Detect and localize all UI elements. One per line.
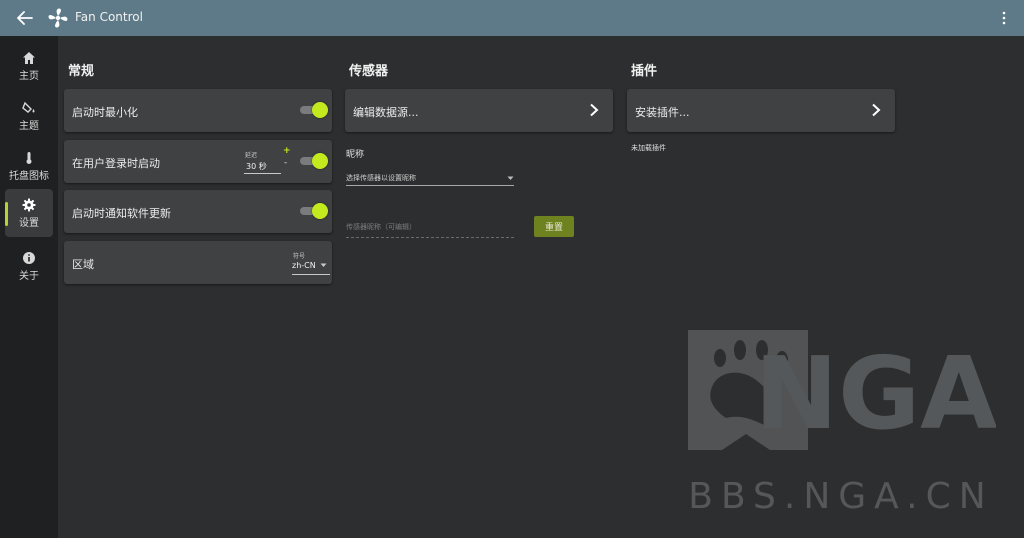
nickname-label: 昵称 <box>346 150 365 160</box>
chevron-down-icon <box>320 263 327 267</box>
install-plugin-label: 安装插件... <box>635 106 690 119</box>
symbol-label: 符号 <box>293 253 306 260</box>
title-bar: Fan Control <box>0 0 1024 36</box>
thermometer-icon <box>26 151 32 164</box>
chevron-down-icon <box>507 176 514 180</box>
sidebar-item-about[interactable]: 关于 <box>5 242 53 290</box>
sidebar-item-label: 主页 <box>19 70 39 82</box>
home-icon <box>23 51 35 64</box>
sidebar-item-label: 托盘图标 <box>9 170 49 182</box>
sidebar-item-home[interactable]: 主页 <box>5 42 53 90</box>
info-icon <box>23 251 35 264</box>
region-card: 区域 符号 zh-CN <box>64 241 332 284</box>
notify-updates-toggle[interactable] <box>298 203 328 219</box>
more-vertical-icon[interactable] <box>1000 10 1008 26</box>
sidebar-item-label: 设置 <box>19 217 39 229</box>
sensor-nickname-input[interactable]: 传感器昵称（可编辑） <box>346 222 416 232</box>
increment-button[interactable]: + <box>283 146 291 156</box>
sensor-select[interactable]: 选择传感器以设置昵称 <box>346 173 416 183</box>
sidebar-item-label: 关于 <box>19 270 39 282</box>
sidebar-item-label: 主题 <box>19 120 39 132</box>
gear-icon <box>22 198 36 211</box>
reset-button[interactable]: 重置 <box>534 216 574 237</box>
start-on-login-card: 在用户登录时启动 延迟 30 秒 + - <box>64 140 332 183</box>
app-title: Fan Control <box>75 10 143 24</box>
plugins-section-title: 插件 <box>631 64 658 79</box>
sensor-select-underline <box>346 185 514 186</box>
region-label: 区域 <box>72 258 94 271</box>
sidebar: 主页 主题 托盘图标 设置 关于 <box>0 36 58 538</box>
decrement-button[interactable]: - <box>284 158 287 168</box>
back-button[interactable] <box>14 8 36 28</box>
no-plugins-text: 未加载插件 <box>631 144 666 152</box>
notify-updates-card: 启动时通知软件更新 <box>64 190 332 233</box>
minimize-on-start-label: 启动时最小化 <box>72 106 138 119</box>
delay-underline <box>244 173 281 174</box>
chevron-right-icon <box>590 103 599 117</box>
nga-watermark-logo: NGA BBS.NGA.CN <box>688 330 996 517</box>
svg-text:NGA: NGA <box>754 335 996 452</box>
nickname-input-underline <box>346 237 514 238</box>
notify-updates-label: 启动时通知软件更新 <box>72 207 171 220</box>
svg-text:BBS.NGA.CN: BBS.NGA.CN <box>688 476 993 517</box>
start-on-login-label: 在用户登录时启动 <box>72 157 160 170</box>
arrow-left-icon <box>17 11 33 25</box>
sidebar-item-tray-icon[interactable]: 托盘图标 <box>5 142 53 190</box>
sidebar-item-settings[interactable]: 设置 <box>5 189 53 237</box>
active-indicator <box>5 202 8 226</box>
edit-data-source-label: 编辑数据源... <box>353 106 419 119</box>
region-underline <box>292 274 330 275</box>
sensors-section-title: 传感器 <box>349 64 389 79</box>
general-section-title: 常规 <box>68 64 95 79</box>
delay-label: 延迟 <box>245 152 258 159</box>
region-select[interactable]: zh-CN <box>292 261 316 270</box>
edit-data-source-button[interactable]: 编辑数据源... <box>345 89 613 132</box>
fan-icon <box>48 8 68 28</box>
minimize-on-start-card: 启动时最小化 <box>64 89 332 132</box>
install-plugin-button[interactable]: 安装插件... <box>627 89 895 132</box>
minimize-on-start-toggle[interactable] <box>298 102 328 118</box>
delay-input[interactable]: 30 秒 <box>246 161 267 172</box>
chevron-right-icon <box>872 103 881 117</box>
paint-bucket-icon <box>22 101 35 113</box>
start-on-login-toggle[interactable] <box>298 153 328 169</box>
sidebar-item-theme[interactable]: 主题 <box>5 92 53 140</box>
